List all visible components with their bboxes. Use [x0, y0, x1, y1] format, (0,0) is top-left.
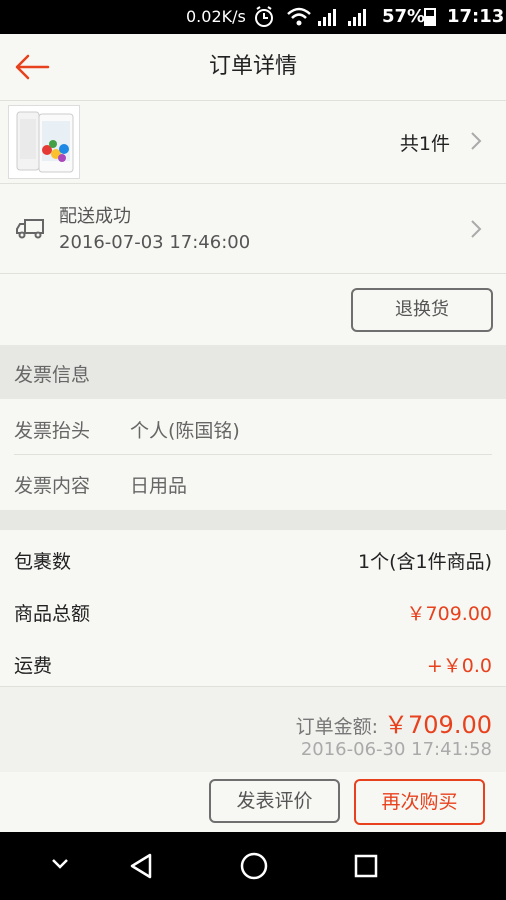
summary-row: 运费 +￥0.0	[0, 635, 506, 687]
truck-icon	[16, 219, 44, 239]
invoice-content-label: 发票内容	[14, 475, 91, 497]
package-count-label: 包裹数	[14, 551, 72, 573]
return-exchange-button[interactable]: 退换货	[351, 288, 493, 332]
delivery-row[interactable]: 配送成功 2016-07-03 17:46:00	[0, 184, 506, 274]
nav-home-icon[interactable]	[239, 851, 269, 881]
alarm-icon	[255, 6, 273, 27]
nav-recents-icon[interactable]	[353, 853, 379, 879]
summary-row: 包裹数 1个(含1件商品)	[0, 531, 506, 583]
item-count: 共1件	[399, 133, 450, 155]
page-title: 订单详情	[208, 54, 297, 79]
cell-signal-icon	[318, 9, 336, 26]
package-count-value: 1个(含1件商品)	[357, 551, 492, 573]
chevron-right-icon	[471, 220, 482, 238]
battery-icon	[424, 8, 436, 26]
order-time: 2016-06-30 17:41:58	[300, 739, 492, 760]
goods-total-value: ￥709.00	[406, 603, 492, 625]
buy-again-button[interactable]: 再次购买	[354, 779, 485, 825]
wifi-icon	[287, 7, 311, 26]
net-speed: 0.02K/s	[186, 7, 246, 26]
nav-back-icon[interactable]	[128, 852, 154, 880]
section-gap	[0, 510, 506, 530]
order-amount-label: 订单金额:	[295, 716, 379, 738]
invoice-title-value: 个人(陈国铭)	[130, 420, 240, 442]
goods-total-label: 商品总额	[14, 603, 91, 625]
chevron-down-icon[interactable]	[50, 857, 70, 871]
invoice-title-label: 发票抬头	[14, 420, 91, 442]
app-header: 订单详情	[0, 34, 506, 101]
summary-row: 商品总额 ￥709.00	[0, 583, 506, 635]
product-row[interactable]: 共1件	[0, 101, 506, 184]
status-icons	[255, 6, 366, 27]
write-review-button[interactable]: 发表评价	[209, 779, 340, 823]
return-row: 退换货	[0, 274, 506, 345]
chevron-right-icon	[471, 132, 482, 150]
invoice-section-header: 发票信息	[0, 345, 506, 399]
delivery-time: 2016-07-03 17:46:00	[59, 232, 251, 253]
delivery-status: 配送成功	[59, 206, 131, 227]
battery-percent: 57%	[382, 6, 426, 27]
invoice-row: 发票抬头 个人(陈国铭)	[0, 400, 506, 455]
order-amount-line: 订单金额: ￥709.00	[296, 705, 492, 740]
shipping-value: +￥0.0	[426, 655, 492, 677]
order-total-block: 订单金额: ￥709.00 2016-06-30 17:41:58	[0, 686, 506, 773]
system-nav-bar	[0, 832, 506, 900]
action-bar: 发表评价 再次购买	[0, 772, 506, 832]
clock: 17:13	[447, 6, 505, 27]
product-thumbnail	[8, 105, 80, 179]
section-title: 发票信息	[14, 364, 91, 386]
shipping-label: 运费	[14, 655, 53, 677]
invoice-content-value: 日用品	[130, 475, 188, 497]
cell-signal-icon	[348, 9, 366, 26]
status-bar: 0.02K/s 57% 17:13	[0, 0, 506, 34]
order-amount-value: ￥709.00	[384, 711, 492, 739]
invoice-row: 发票内容 日用品	[0, 455, 506, 510]
